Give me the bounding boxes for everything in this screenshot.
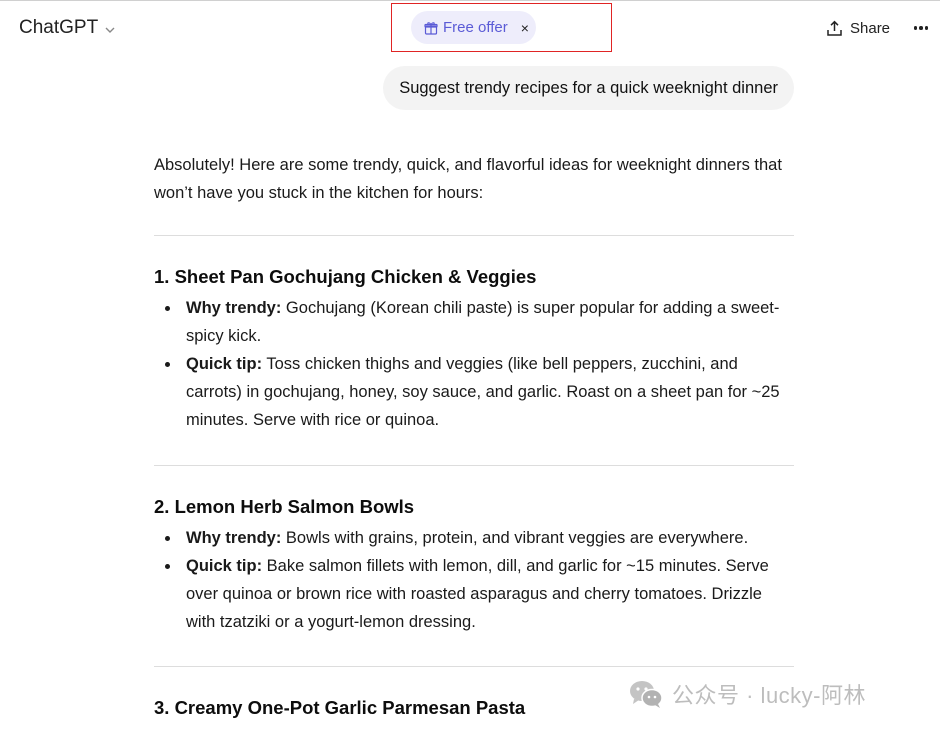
bullet-text: Bowls with grains, protein, and vibrant … [281, 529, 749, 547]
wechat-icon [630, 681, 663, 708]
gift-icon [424, 21, 438, 35]
free-offer-label: Free offer [443, 19, 508, 36]
bullet-list: Why trendy: Gochujang (Korean chili past… [154, 294, 794, 434]
bullet-label: Why trendy: [186, 529, 282, 547]
answer-intro: Absolutely! Here are some trendy, quick,… [154, 156, 782, 202]
model-name: ChatGPT [19, 17, 99, 38]
bullet-label: Quick tip: [186, 355, 263, 373]
bullet-label: Quick tip: [186, 557, 263, 575]
section-title: 1. Sheet Pan Gochujang Chicken & Veggies [154, 266, 537, 287]
section-title: 2. Lemon Herb Salmon Bowls [154, 496, 415, 517]
list-item: Quick tip: Toss chicken thighs and veggi… [154, 350, 794, 434]
bullet-text: Bake salmon fillets with lemon, dill, an… [186, 557, 769, 631]
list-item: Why trendy: Gochujang (Korean chili past… [154, 294, 794, 350]
bullet-label: Why trendy: [186, 299, 282, 317]
bullet-list: Why trendy: Bowls with grains, protein, … [154, 524, 794, 636]
chevron-down-icon [105, 27, 115, 33]
close-icon[interactable]: × [521, 21, 529, 35]
model-switcher[interactable]: ChatGPT [19, 15, 116, 41]
more-options-button[interactable] [910, 15, 932, 41]
user-message: Suggest trendy recipes for a quick weekn… [383, 66, 794, 110]
watermark: 公众号 · lucky-阿林 [628, 676, 866, 712]
watermark-text: 公众号 · lucky-阿林 [672, 683, 867, 708]
share-label: Share [850, 19, 891, 37]
top-bar: ChatGPT Free offer × Share [0, 1, 940, 55]
recipe-section: 1. Sheet Pan Gochujang Chicken & Veggies… [154, 236, 794, 465]
share-icon [827, 20, 842, 36]
assistant-message: Absolutely! Here are some trendy, quick,… [154, 151, 794, 725]
recipe-section: 2. Lemon Herb Salmon Bowls Why trendy: B… [154, 466, 794, 666]
list-item: Why trendy: Bowls with grains, protein, … [154, 524, 794, 552]
chat-page: ChatGPT Free offer × Share Suggest trend… [0, 0, 940, 731]
list-item: Quick tip: Bake salmon fillets with lemo… [154, 552, 794, 636]
more-dot [919, 26, 923, 30]
free-offer-button[interactable]: Free offer × [411, 11, 536, 44]
bullet-text: Toss chicken thighs and veggies (like be… [186, 355, 780, 429]
share-button[interactable]: Share [826, 15, 890, 41]
more-dot [924, 26, 929, 30]
more-dot [913, 26, 918, 30]
